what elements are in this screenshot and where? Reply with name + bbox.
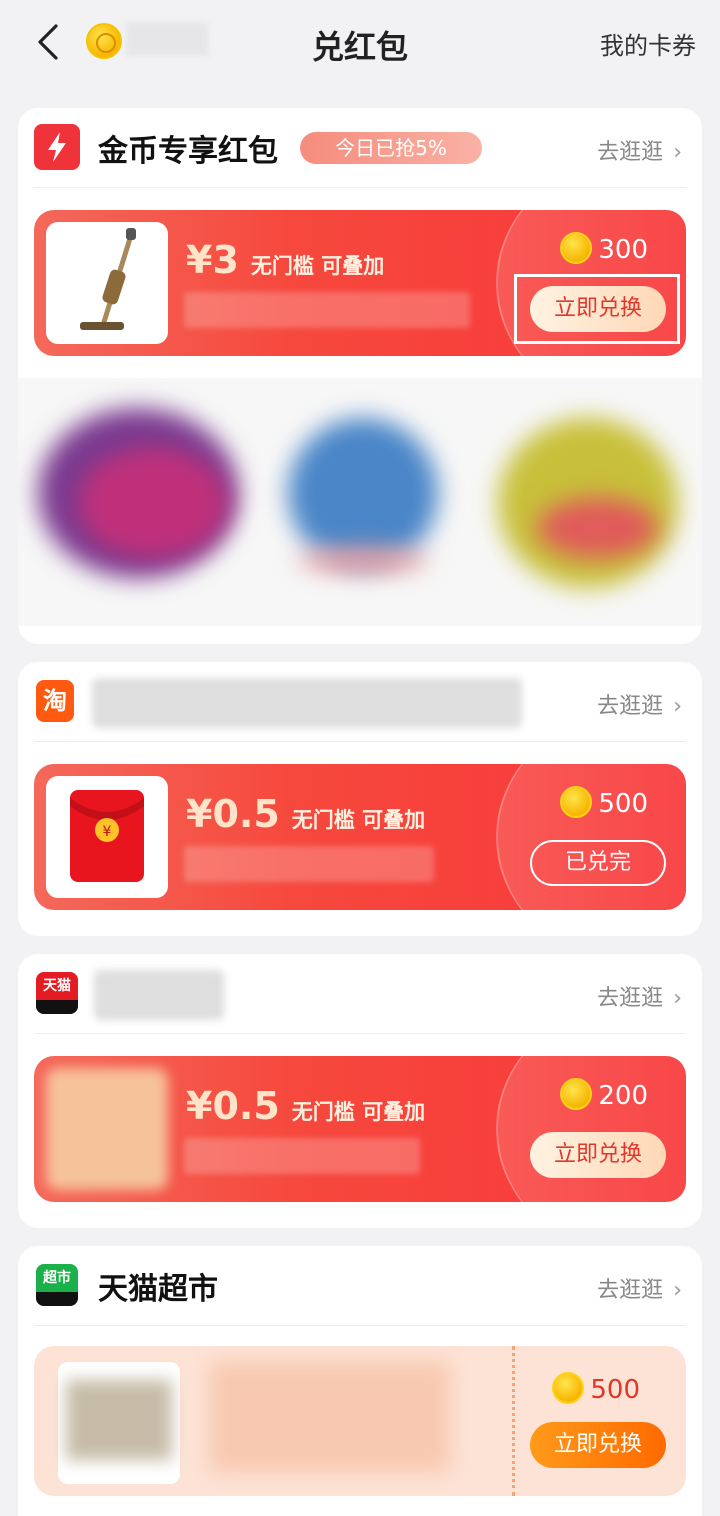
goto-link[interactable]: 去逛逛 ›	[597, 688, 682, 720]
coupon-desc: 无门槛 可叠加	[250, 254, 385, 278]
coupon-card: ¥ ¥0.5 无门槛 可叠加 500 已兑完	[34, 764, 686, 910]
coin-price: 200	[560, 1077, 648, 1114]
chevron-right-icon: ›	[673, 1278, 682, 1303]
coin-price-value: 200	[598, 1081, 648, 1111]
section-card-coin-exclusive: 金币专享红包 今日已抢5% 去逛逛 › ¥3 无门槛 可叠加 300 立即兑换	[18, 108, 702, 644]
coupon-card: ¥3 无门槛 可叠加 300 立即兑换	[34, 210, 686, 356]
coupon-card: 500 立即兑换	[34, 1346, 686, 1496]
red-envelope-image: ¥	[46, 776, 168, 898]
blurred-product-row	[18, 378, 702, 626]
coupon-subtitle-blurred	[184, 292, 470, 328]
coupon-subtitle-blurred	[184, 1138, 420, 1174]
section-header: 超市 天猫超市 去逛逛 ›	[18, 1246, 702, 1326]
coupon-value: ¥3	[186, 238, 239, 282]
section-header: 金币专享红包 今日已抢5% 去逛逛 ›	[18, 108, 702, 188]
coupon-card: ¥0.5 无门槛 可叠加 200 立即兑换	[34, 1056, 686, 1202]
section-title: 金币专享红包	[98, 134, 278, 169]
coin-icon	[560, 1077, 593, 1110]
coupon-desc: 无门槛 可叠加	[291, 1100, 426, 1124]
coin-icon	[552, 1371, 585, 1404]
coupon-subtitle-blurred	[184, 846, 434, 882]
redeem-button[interactable]: 立即兑换	[530, 1132, 666, 1178]
section-title: 天猫超市	[98, 1272, 218, 1307]
goto-label: 去逛逛	[597, 1278, 664, 1303]
chevron-right-icon: ›	[673, 140, 682, 165]
goto-link[interactable]: 去逛逛 ›	[597, 134, 682, 166]
svg-text:¥: ¥	[103, 824, 112, 840]
coin-price: 300	[560, 231, 648, 268]
coupon-value: ¥0.5	[186, 1084, 280, 1128]
blurred-product-image	[78, 448, 228, 558]
section-card-tmall-supermarket: 超市 天猫超市 去逛逛 › 500 立即兑换	[18, 1246, 702, 1516]
goto-label: 去逛逛	[597, 694, 664, 719]
goto-label: 去逛逛	[597, 986, 664, 1011]
blurred-product-image	[538, 498, 658, 558]
coin-price: 500	[560, 785, 648, 822]
divider	[34, 187, 686, 188]
product-image-blurred	[46, 1068, 168, 1190]
top-bar: 兑红包 我的卡券	[0, 0, 720, 90]
taobao-logo-text: 淘	[43, 687, 67, 715]
supermarket-logo-text: 超市	[43, 1270, 71, 1286]
taobao-logo-icon: 淘	[36, 680, 74, 722]
lightning-icon	[34, 124, 80, 170]
chevron-right-icon: ›	[673, 694, 682, 719]
coin-price-value: 300	[598, 235, 648, 265]
coupon-info-blurred	[210, 1362, 450, 1472]
section-card-tmall: 天猫 去逛逛 › ¥0.5 无门槛 可叠加 200 立即兑换	[18, 954, 702, 1228]
divider	[34, 1033, 686, 1034]
chevron-right-icon: ›	[673, 986, 682, 1011]
coin-price: 500	[552, 1371, 640, 1408]
tmall-logo-text: 天猫	[43, 978, 71, 994]
goto-label: 去逛逛	[597, 140, 664, 165]
redeem-button[interactable]: 立即兑换	[530, 1422, 666, 1468]
progress-badge: 今日已抢5%	[300, 132, 482, 164]
coin-price-value: 500	[598, 789, 648, 819]
highlight-box	[514, 274, 680, 344]
section-card-taobao: 淘 去逛逛 › ¥ ¥0.5 无门槛 可叠加 500 已兑完	[18, 662, 702, 936]
blurred-price-tag	[298, 548, 428, 572]
my-cards-link[interactable]: 我的卡券	[600, 26, 696, 61]
tmall-logo-icon: 天猫	[36, 972, 78, 1014]
coupon-amount: ¥0.5 无门槛 可叠加	[186, 1084, 425, 1128]
product-image	[58, 1362, 180, 1484]
coupon-value: ¥0.5	[186, 792, 280, 836]
coupon-amount: ¥3 无门槛 可叠加	[186, 238, 384, 282]
blurred-product-image	[288, 418, 438, 568]
section-header: 淘 去逛逛 ›	[18, 662, 702, 742]
coin-icon	[560, 785, 593, 818]
shop-name-blurred	[92, 678, 522, 728]
product-image-vacuum	[46, 222, 168, 344]
coin-icon	[560, 231, 593, 264]
coin-price-value: 500	[590, 1375, 640, 1405]
shop-name-blurred	[94, 970, 224, 1020]
tmall-supermarket-logo-icon: 超市	[36, 1264, 78, 1306]
goto-link[interactable]: 去逛逛 ›	[597, 980, 682, 1012]
coupon-amount: ¥0.5 无门槛 可叠加	[186, 792, 425, 836]
section-header: 天猫 去逛逛 ›	[18, 954, 702, 1034]
coupon-separator	[512, 1346, 515, 1496]
coupon-desc: 无门槛 可叠加	[291, 808, 426, 832]
divider	[34, 741, 686, 742]
product-image-blurred	[66, 1380, 172, 1460]
divider	[34, 1325, 686, 1326]
goto-link[interactable]: 去逛逛 ›	[597, 1272, 682, 1304]
sold-out-button[interactable]: 已兑完	[530, 840, 666, 886]
